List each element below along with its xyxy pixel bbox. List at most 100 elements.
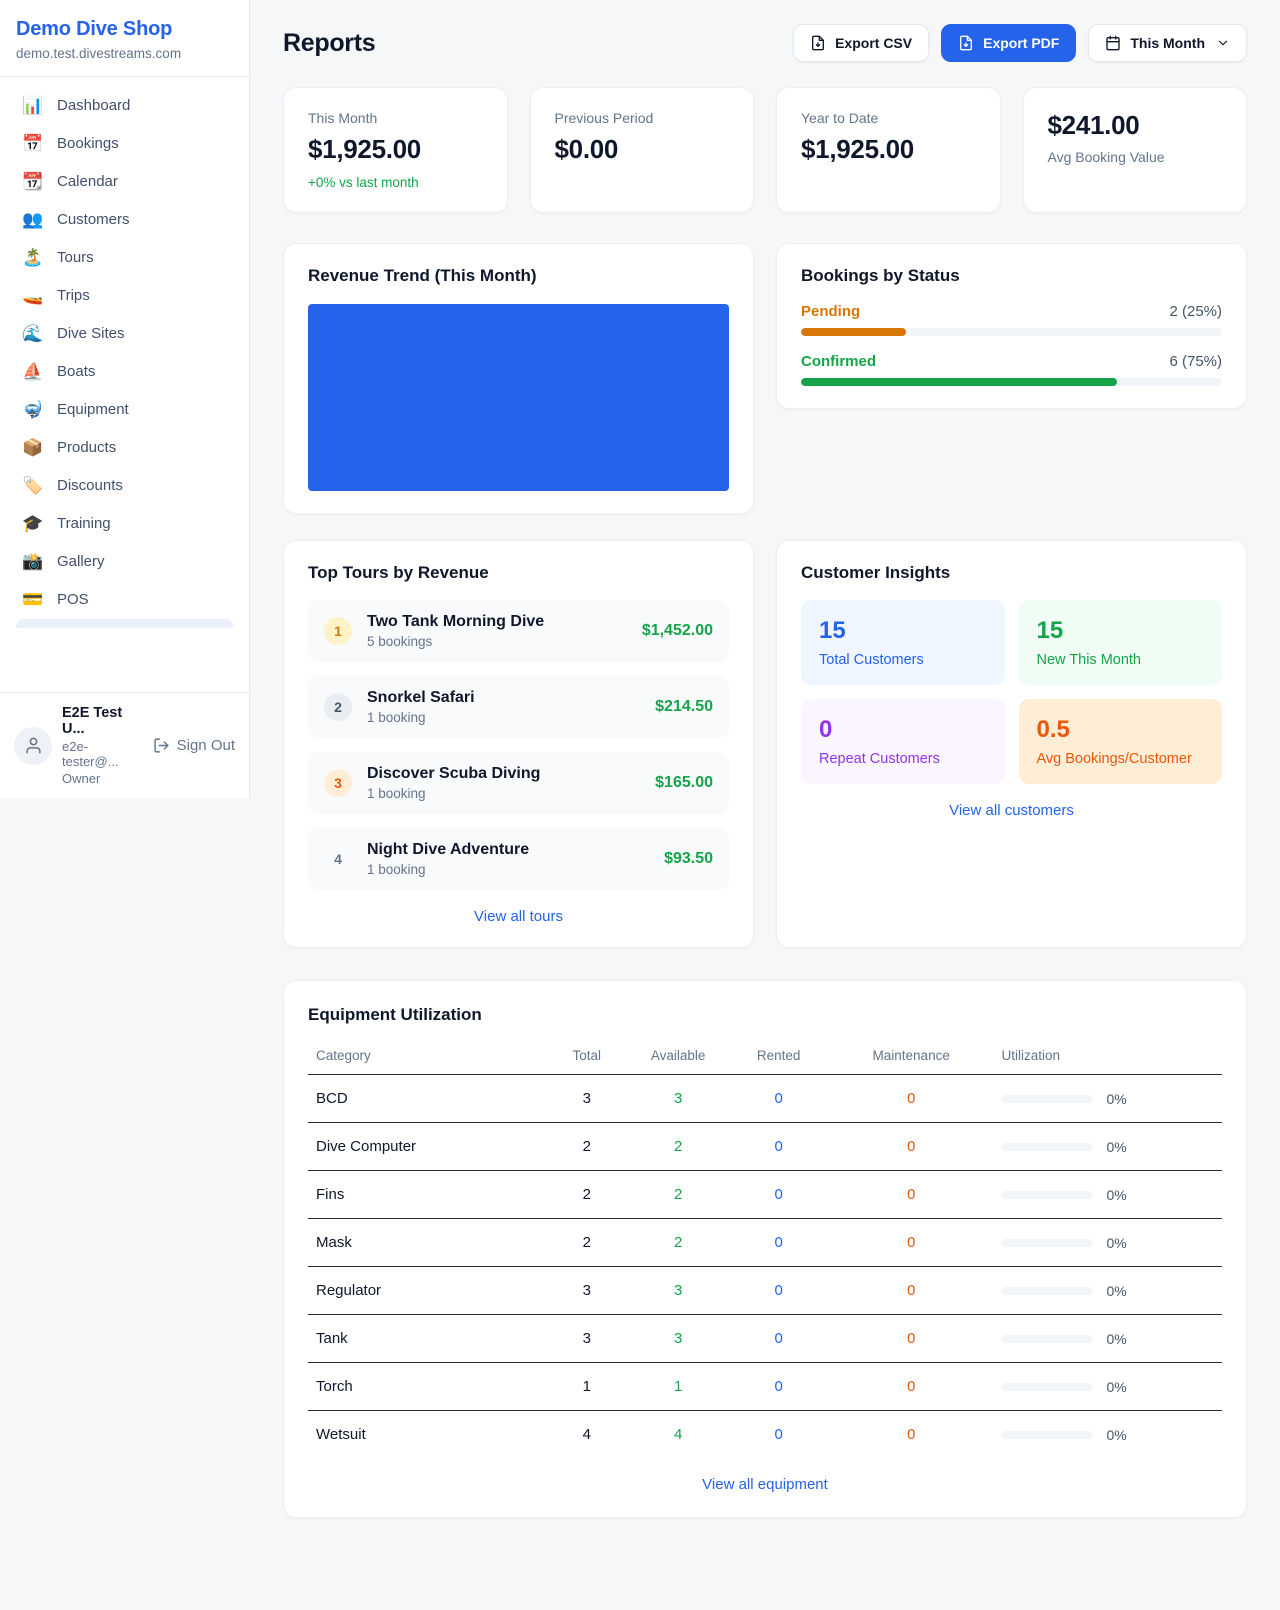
sidebar-item[interactable]: 📆 Calendar xyxy=(8,163,241,200)
cell-utilization: 0% xyxy=(993,1267,1222,1315)
insight-label: New This Month xyxy=(1037,652,1205,668)
tour-revenue: $165.00 xyxy=(655,774,713,792)
sidebar-item[interactable]: 💳 POS xyxy=(8,581,241,618)
sidebar-item-partial-selected[interactable] xyxy=(16,619,233,628)
export-pdf-button[interactable]: Export PDF xyxy=(941,24,1076,62)
sidebar-item[interactable]: 📊 Dashboard xyxy=(8,87,241,124)
period-dropdown[interactable]: This Month xyxy=(1088,24,1247,62)
user-name: E2E Test U... xyxy=(62,705,143,737)
nav-item-label: Training xyxy=(57,515,111,532)
view-all-equipment-link[interactable]: View all equipment xyxy=(308,1476,1222,1493)
cell-category: Wetsuit xyxy=(308,1411,546,1459)
utilization-bar-track xyxy=(1001,1095,1093,1103)
tour-row[interactable]: 2 Snorkel Safari 1 booking $214.50 xyxy=(308,676,729,738)
insight-number: 15 xyxy=(819,617,987,645)
revenue-trend-bar-chart xyxy=(308,304,729,491)
sidebar-item[interactable]: 🏷️ Discounts xyxy=(8,467,241,504)
stat-value: $1,925.00 xyxy=(308,134,483,165)
chevron-down-icon xyxy=(1216,36,1230,50)
cell-category: Fins xyxy=(308,1171,546,1219)
page-title: Reports xyxy=(283,29,375,58)
nav-item-icon: 📊 xyxy=(22,97,44,114)
cell-available: 1 xyxy=(628,1363,729,1411)
tour-row[interactable]: 1 Two Tank Morning Dive 5 bookings $1,45… xyxy=(308,600,729,662)
insight-number: 0.5 xyxy=(1037,716,1205,744)
tour-rank-badge: 1 xyxy=(324,617,352,645)
cell-rented: 0 xyxy=(728,1411,829,1459)
cell-utilization: 0% xyxy=(993,1363,1222,1411)
cell-available: 3 xyxy=(628,1075,729,1123)
cell-rented: 0 xyxy=(728,1123,829,1171)
nav-item-label: Discounts xyxy=(57,477,123,494)
equipment-table-row: Torch 1 1 0 0 0% xyxy=(308,1363,1222,1411)
revenue-trend-card: Revenue Trend (This Month) xyxy=(283,243,754,514)
cell-total: 2 xyxy=(546,1219,628,1267)
sidebar-item[interactable]: 📦 Products xyxy=(8,429,241,466)
sidebar-item[interactable]: 🌊 Dive Sites xyxy=(8,315,241,352)
user-role: Owner xyxy=(62,771,143,786)
nav-item-icon: 📆 xyxy=(22,173,44,190)
status-value: 2 (25%) xyxy=(1169,303,1222,320)
equipment-table: Category Total Available Rented Maintena… xyxy=(308,1037,1222,1458)
equipment-table-row: BCD 3 3 0 0 0% xyxy=(308,1075,1222,1123)
nav-item-label: Gallery xyxy=(57,553,105,570)
stat-cards: This Month $1,925.00 +0% vs last month P… xyxy=(283,87,1247,213)
nav-item-icon: 🤿 xyxy=(22,401,44,418)
cell-utilization: 0% xyxy=(993,1123,1222,1171)
view-all-customers-link[interactable]: View all customers xyxy=(801,802,1222,819)
nav-item-icon: 📦 xyxy=(22,439,44,456)
shop-name[interactable]: Demo Dive Shop xyxy=(16,18,233,41)
sidebar-item[interactable]: 🏝️ Tours xyxy=(8,239,241,276)
sidebar-item[interactable]: 📅 Bookings xyxy=(8,125,241,162)
cell-total: 2 xyxy=(546,1171,628,1219)
nav-item-icon: 🎓 xyxy=(22,515,44,532)
equipment-table-row: Tank 3 3 0 0 0% xyxy=(308,1315,1222,1363)
tour-row[interactable]: 4 Night Dive Adventure 1 booking $93.50 xyxy=(308,828,729,890)
sidebar-item[interactable]: 📸 Gallery xyxy=(8,543,241,580)
utilization-bar-track xyxy=(1001,1383,1093,1391)
cell-rented: 0 xyxy=(728,1267,829,1315)
status-row: Confirmed 6 (75%) xyxy=(801,353,1222,386)
user-box: E2E Test U... e2e-tester@... Owner Sign … xyxy=(0,692,249,798)
calendar-icon xyxy=(1105,35,1121,51)
sidebar-item[interactable]: 🚤 Trips xyxy=(8,277,241,314)
nav-item-icon: 🌊 xyxy=(22,325,44,342)
top-tours-title: Top Tours by Revenue xyxy=(308,563,729,583)
sidebar-item[interactable]: 👥 Customers xyxy=(8,201,241,238)
cell-available: 2 xyxy=(628,1219,729,1267)
sidebar-item[interactable]: 🤿 Equipment xyxy=(8,391,241,428)
cell-total: 1 xyxy=(546,1363,628,1411)
insight-label: Total Customers xyxy=(819,652,987,668)
utilization-bar-track xyxy=(1001,1191,1093,1199)
utilization-percent: 0% xyxy=(1106,1235,1126,1251)
tour-revenue: $214.50 xyxy=(655,698,713,716)
status-progress-track xyxy=(801,328,1222,336)
cell-category: Tank xyxy=(308,1315,546,1363)
nav-item-icon: 🏷️ xyxy=(22,477,44,494)
cell-available: 4 xyxy=(628,1411,729,1459)
sidebar-item[interactable]: ⛵ Boats xyxy=(8,353,241,390)
cell-category: Mask xyxy=(308,1219,546,1267)
equipment-table-row: Dive Computer 2 2 0 0 0% xyxy=(308,1123,1222,1171)
cell-maintenance: 0 xyxy=(829,1315,994,1363)
utilization-percent: 0% xyxy=(1106,1379,1126,1395)
nav-item-label: POS xyxy=(57,591,89,608)
sidebar: Demo Dive Shop demo.test.divestreams.com… xyxy=(0,0,250,798)
stat-label: Year to Date xyxy=(801,110,976,126)
cell-category: Torch xyxy=(308,1363,546,1411)
stat-label: This Month xyxy=(308,110,483,126)
period-dropdown-label: This Month xyxy=(1130,35,1205,51)
tour-row[interactable]: 3 Discover Scuba Diving 1 booking $165.0… xyxy=(308,752,729,814)
main-content: Reports Export CSV Export PDF This Month xyxy=(250,0,1280,1558)
cell-maintenance: 0 xyxy=(829,1267,994,1315)
export-csv-button[interactable]: Export CSV xyxy=(793,24,929,62)
sign-out-button[interactable]: Sign Out xyxy=(153,737,235,754)
column-header-rented: Rented xyxy=(728,1037,829,1075)
view-all-tours-link[interactable]: View all tours xyxy=(308,908,729,925)
revenue-trend-title: Revenue Trend (This Month) xyxy=(308,266,729,286)
insight-box: 15 Total Customers xyxy=(801,600,1005,685)
sidebar-item[interactable]: 🎓 Training xyxy=(8,505,241,542)
cell-rented: 0 xyxy=(728,1363,829,1411)
nav-item-icon: 💳 xyxy=(22,591,44,608)
cell-total: 4 xyxy=(546,1411,628,1459)
